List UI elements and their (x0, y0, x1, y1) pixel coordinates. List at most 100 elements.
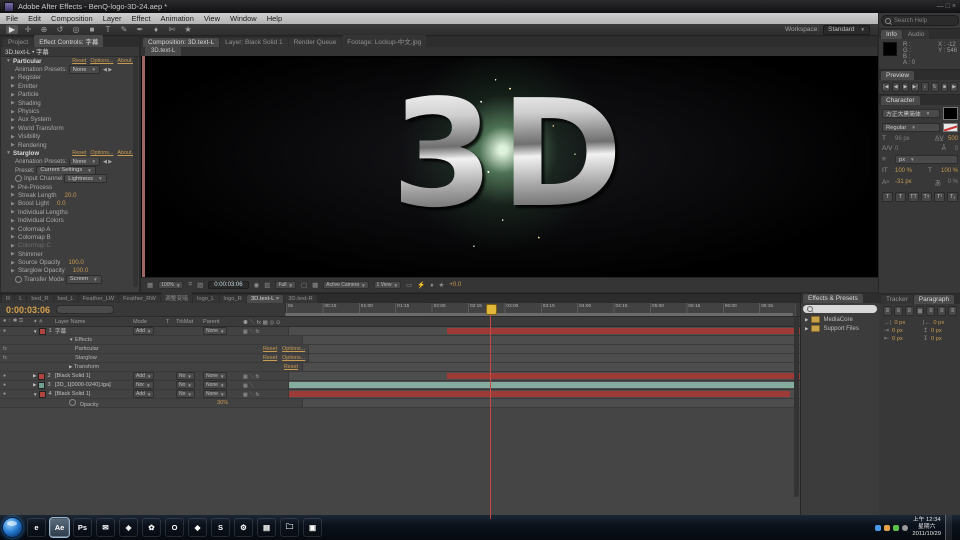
taskbar-app-icon[interactable]: ▤ (257, 518, 276, 537)
property-value[interactable]: 100.0 (68, 259, 83, 266)
menu-item[interactable]: Window (230, 14, 257, 23)
mode-dropdown[interactable]: Add ▼ (133, 327, 155, 335)
composition-viewer[interactable]: 3D (141, 56, 879, 279)
comp-tab[interactable]: R (2, 295, 15, 303)
taskbar-app-icon[interactable]: ✿ (142, 518, 161, 537)
parent-dropdown[interactable]: None ▼ (203, 372, 228, 380)
tool-icon[interactable]: ■ (86, 25, 98, 34)
effect-group-row[interactable]: ▶ Physics (1, 107, 139, 115)
stroke-color-swatch[interactable] (943, 123, 958, 132)
comp-tab[interactable]: 3D.text-L × (246, 295, 284, 303)
effect-link[interactable]: Options... (90, 150, 113, 156)
menu-item[interactable]: Effect (131, 14, 150, 23)
panel-tab[interactable]: Composition: 3D.text-L (143, 38, 220, 47)
layer-duration-bar[interactable] (289, 382, 795, 388)
type-toggle[interactable]: TT (908, 192, 919, 202)
align-button[interactable]: ≡ (926, 306, 936, 316)
grid-icon[interactable]: ▦ (147, 281, 153, 289)
start-button[interactable] (2, 517, 23, 538)
show-snapshot-icon[interactable]: ▥ (264, 281, 270, 289)
taskbar-app-icon[interactable]: ◆ (188, 518, 207, 537)
av-eye-icon[interactable]: ● (0, 391, 33, 397)
starglow-row[interactable]: fx Starglow Reset Options... (0, 354, 800, 363)
type-toggle[interactable]: T (895, 192, 906, 202)
comp-subtab[interactable]: 3D.text-L (145, 47, 182, 56)
timeline-v-scrollbar[interactable] (794, 317, 799, 497)
timeline-search-input[interactable] (56, 305, 115, 314)
comp-tab[interactable]: L (15, 295, 27, 303)
transport-button[interactable]: ♪ (921, 82, 929, 92)
preset-folder-row[interactable]: ▶ MediaCore (801, 315, 879, 324)
preset-dropdown[interactable]: Current Settings ▼ (36, 166, 96, 175)
pixel-aspect-icon[interactable]: ▭ (406, 281, 412, 289)
tool-icon[interactable]: ▶ (6, 25, 18, 34)
effect-group-row[interactable]: ▶ Emitter (1, 82, 139, 90)
label-color-chip[interactable] (39, 327, 47, 335)
panel-tab[interactable]: Effect Controls: 字幕 (34, 35, 104, 47)
trkmat-header[interactable]: TrkMat (176, 319, 203, 325)
comp-tab[interactable]: bed_L (53, 295, 78, 303)
stroke-style-dropdown[interactable]: px ▼ (895, 155, 958, 164)
layer-switches[interactable]: ▦ ＼ (243, 382, 288, 389)
menu-item[interactable]: Layer (103, 14, 122, 23)
effect-link[interactable]: Options... (282, 346, 305, 352)
effect-property-row[interactable]: ▶ Colormap A (1, 225, 139, 233)
type-toggle[interactable]: T (882, 192, 893, 202)
panel-tab[interactable]: Footage: Lockup-中文.jpg (342, 35, 427, 47)
effect-header-starglow[interactable]: ▼ Starglow Reset Options... About... (1, 149, 139, 157)
transport-button[interactable]: ▶ (950, 82, 958, 92)
panel-tab[interactable]: Project (3, 38, 34, 47)
menu-item[interactable]: Edit (28, 14, 41, 23)
effect-property-row[interactable]: ▶ Individual Lengths (1, 208, 139, 216)
panel-tab[interactable]: Info (881, 30, 902, 39)
indent-field[interactable]: ⇥ 0 px (884, 328, 917, 334)
animation-presets-dropdown[interactable]: None ▼ (68, 157, 100, 167)
taskbar-app-icon[interactable]: S (211, 518, 230, 537)
layer-name-header[interactable]: Layer Name (55, 319, 133, 325)
trkmat-dropdown[interactable]: No ▼ (176, 372, 195, 380)
input-channel-dropdown[interactable]: Lightness ▼ (64, 174, 107, 183)
effect-group-row[interactable]: ▶ Register (1, 74, 139, 82)
effect-property-row[interactable]: ▶ Individual Colors (1, 216, 139, 224)
menu-item[interactable]: File (6, 14, 18, 23)
effect-property-row[interactable]: ▶ Boost Light 0.0 (1, 200, 139, 208)
mode-dropdown[interactable]: Add ▼ (133, 372, 155, 380)
parent-dropdown[interactable]: None ▼ (203, 390, 228, 398)
particular-row[interactable]: fx Particular Reset Options... (0, 345, 800, 354)
playhead-handle[interactable] (486, 304, 497, 315)
exposure-value[interactable]: +0.0 (449, 282, 461, 288)
type-toggle[interactable]: T₁ (947, 192, 958, 202)
align-button[interactable]: ≡ (937, 306, 947, 316)
av-eye-icon[interactable]: ● (0, 373, 33, 379)
magnification-dropdown[interactable]: 100% ▼ (158, 281, 184, 289)
title-bar[interactable]: Adobe After Effects - BenQ-logo-3D-24.ae… (0, 0, 960, 13)
mode-header[interactable]: Mode (133, 319, 166, 325)
effect-name[interactable]: Starglow (55, 355, 153, 361)
transport-button[interactable]: ▶ (901, 82, 910, 92)
font-style-dropdown[interactable]: Regular ▼ (882, 123, 940, 132)
effect-header-particular[interactable]: ▼ Particular Reset Options... About... (1, 57, 139, 65)
panel-tab[interactable]: Tracker (881, 295, 913, 304)
effect-link[interactable]: Reset (263, 346, 277, 352)
mode-dropdown[interactable]: Add ▼ (133, 390, 155, 398)
transform-row[interactable]: ▶ Transform Reset (0, 363, 800, 372)
stopwatch-icon[interactable] (69, 398, 76, 406)
tool-icon[interactable]: T (102, 25, 114, 34)
opacity-value[interactable]: 30% (217, 400, 228, 406)
property-value[interactable]: 100.0 (73, 267, 88, 274)
resolution-dropdown[interactable]: Full ▼ (275, 281, 296, 289)
align-button[interactable]: ≡ (893, 306, 903, 316)
av-eye-icon[interactable]: ● (0, 382, 33, 388)
tracking-value[interactable]: 500 (948, 136, 958, 142)
taskbar-app-icon[interactable]: Ps (73, 518, 92, 537)
stopwatch-icon[interactable] (15, 275, 22, 283)
effect-property-row[interactable]: ▶ Source Opacity 100.0 (1, 258, 139, 266)
transparency-grid-icon[interactable]: ▧ (197, 281, 203, 289)
comp-tab[interactable]: Feather_LW (78, 295, 119, 303)
tool-icon[interactable]: ✄ (166, 25, 178, 34)
layer-duration-bar[interactable] (289, 391, 790, 397)
fx-icon[interactable]: fx (0, 346, 33, 352)
menu-item[interactable]: Help (267, 14, 282, 23)
snapshot-icon[interactable]: ◉ (254, 281, 260, 289)
panel-tab[interactable]: Preview (881, 71, 915, 80)
